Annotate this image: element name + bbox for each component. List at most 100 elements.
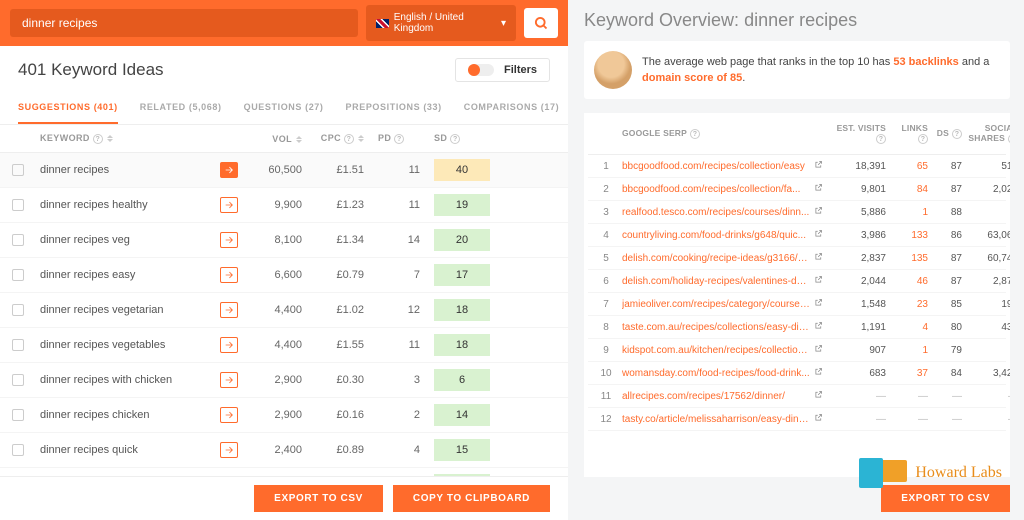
table-row[interactable]: dinner recipes vegetables4,400£1.551118	[0, 328, 568, 363]
external-link-icon[interactable]	[814, 390, 832, 402]
search-input[interactable]	[10, 9, 358, 37]
url-cell[interactable]: taste.com.au/recipes/collections/easy-di…	[622, 322, 810, 333]
open-icon[interactable]	[220, 302, 238, 318]
sd-cell: 19	[434, 194, 490, 216]
search-button[interactable]	[524, 8, 558, 38]
url-cell[interactable]: allrecipes.com/recipes/17562/dinner/	[622, 391, 810, 402]
open-icon[interactable]	[220, 337, 238, 353]
row-checkbox[interactable]	[12, 234, 24, 246]
ds-cell: 80	[932, 322, 962, 333]
row-checkbox[interactable]	[12, 444, 24, 456]
serp-row: 2bbcgoodfood.com/recipes/collection/fa..…	[588, 178, 1006, 201]
copy-clipboard-button[interactable]: COPY TO CLIPBOARD	[393, 485, 550, 512]
external-link-icon[interactable]	[814, 183, 832, 195]
url-cell[interactable]: womansday.com/food-recipes/food-drink...	[622, 368, 810, 379]
rank-cell: 10	[594, 368, 618, 379]
open-icon[interactable]	[220, 162, 238, 178]
url-cell[interactable]: bbcgoodfood.com/recipes/collection/fa...	[622, 184, 810, 195]
external-link-icon[interactable]	[814, 321, 832, 333]
open-icon[interactable]	[220, 442, 238, 458]
links-cell: 1	[890, 207, 928, 218]
visits-cell: 18,391	[836, 161, 886, 172]
url-cell[interactable]: bbcgoodfood.com/recipes/collection/easy	[622, 161, 810, 172]
flag-icon	[376, 19, 389, 28]
rank-cell: 5	[594, 253, 618, 264]
page-title: 401 Keyword Ideas	[18, 60, 164, 80]
ds-cell: 85	[932, 299, 962, 310]
table-row[interactable]: dinner recipes vegetarian4,400£1.021218	[0, 293, 568, 328]
cpc-cell: £0.30	[316, 374, 378, 386]
shares-cell: 3,425	[966, 368, 1010, 379]
external-link-icon[interactable]	[814, 367, 832, 379]
external-link-icon[interactable]	[814, 252, 832, 264]
open-icon[interactable]	[220, 407, 238, 423]
serp-row: 12tasty.co/article/melissaharrison/easy-…	[588, 408, 1006, 431]
sd-cell: 18	[434, 299, 490, 321]
serp-export-button[interactable]: EXPORT TO CSV	[881, 485, 1010, 512]
url-cell[interactable]: tasty.co/article/melissaharrison/easy-di…	[622, 414, 810, 425]
open-icon[interactable]	[220, 267, 238, 283]
external-link-icon[interactable]	[814, 229, 832, 241]
tab-1[interactable]: RELATED (5,068)	[140, 94, 222, 124]
open-icon[interactable]	[220, 232, 238, 248]
external-link-icon[interactable]	[814, 275, 832, 287]
table-row[interactable]: dinner recipes with chicken2,900£0.3036	[0, 363, 568, 398]
external-link-icon[interactable]	[814, 413, 832, 425]
row-checkbox[interactable]	[12, 409, 24, 421]
cpc-cell: £1.23	[316, 199, 378, 211]
tab-4[interactable]: COMPARISONS (17)	[464, 94, 559, 124]
table-row[interactable]: dinner recipes easy6,600£0.79717	[0, 258, 568, 293]
vol-cell: 2,400	[248, 444, 316, 456]
links-cell: 23	[890, 299, 928, 310]
table-row[interactable]: dinner recipes healthy9,900£1.231119	[0, 188, 568, 223]
table-row[interactable]: dinner recipes veg8,100£1.341420	[0, 223, 568, 258]
row-checkbox[interactable]	[12, 339, 24, 351]
tab-2[interactable]: QUESTIONS (27)	[244, 94, 324, 124]
external-link-icon[interactable]	[814, 206, 832, 218]
filters-toggle[interactable]: Filters	[455, 58, 550, 82]
language-select[interactable]: English / United Kingdom ▾	[366, 5, 516, 41]
row-checkbox[interactable]	[12, 199, 24, 211]
serp-row: 1 bbcgoodfood.com/recipes/collection/easy…	[588, 155, 1006, 178]
url-cell[interactable]: delish.com/holiday-recipes/valentines-da…	[622, 276, 810, 287]
row-checkbox[interactable]	[12, 164, 24, 176]
external-link-icon[interactable]	[814, 298, 832, 310]
ds-cell: 87	[932, 253, 962, 264]
rank-cell: 7	[594, 299, 618, 310]
tab-3[interactable]: PREPOSITIONS (33)	[346, 94, 442, 124]
cpc-cell: £0.79	[316, 269, 378, 281]
table-row[interactable]: dinner recipes quick2,400£0.89415	[0, 433, 568, 468]
toggle-icon	[468, 64, 494, 76]
vol-cell: 2,900	[248, 374, 316, 386]
external-link-icon[interactable]	[814, 344, 832, 356]
export-csv-button[interactable]: EXPORT TO CSV	[254, 485, 383, 512]
table-row[interactable]: dinner recipes60,500£1.511140	[0, 153, 568, 188]
ds-cell: 84	[932, 368, 962, 379]
row-checkbox[interactable]	[12, 374, 24, 386]
table-row[interactable]: dinner recipe ideas1,900£0.55615	[0, 468, 568, 476]
external-link-icon[interactable]	[814, 160, 832, 172]
vol-cell: 6,600	[248, 269, 316, 281]
url-cell[interactable]: countryliving.com/food-drinks/g648/quic.…	[622, 230, 810, 241]
url-cell[interactable]: jamieoliver.com/recipes/category/course/…	[622, 299, 810, 310]
rank-cell: 1	[594, 161, 618, 172]
open-icon[interactable]	[220, 372, 238, 388]
pd-cell: 12	[378, 304, 434, 316]
avatar	[594, 51, 632, 89]
url-cell[interactable]: kidspot.com.au/kitchen/recipes/collectio…	[622, 345, 810, 356]
open-icon[interactable]	[220, 197, 238, 213]
keyword-cell: dinner recipes vegetarian	[40, 304, 220, 316]
links-cell: —	[890, 414, 928, 425]
table-row[interactable]: dinner recipes chicken2,900£0.16214	[0, 398, 568, 433]
cpc-cell: £1.51	[316, 164, 378, 176]
url-cell[interactable]: delish.com/cooking/recipe-ideas/g3166/c.…	[622, 253, 810, 264]
tab-0[interactable]: SUGGESTIONS (401)	[18, 94, 118, 124]
pd-cell: 11	[378, 339, 434, 351]
url-cell[interactable]: realfood.tesco.com/recipes/courses/dinn.…	[622, 207, 810, 218]
pd-cell: 3	[378, 374, 434, 386]
row-checkbox[interactable]	[12, 304, 24, 316]
keyword-cell: dinner recipes easy	[40, 269, 220, 281]
ds-cell: —	[932, 391, 962, 402]
row-checkbox[interactable]	[12, 269, 24, 281]
pd-cell: 7	[378, 269, 434, 281]
